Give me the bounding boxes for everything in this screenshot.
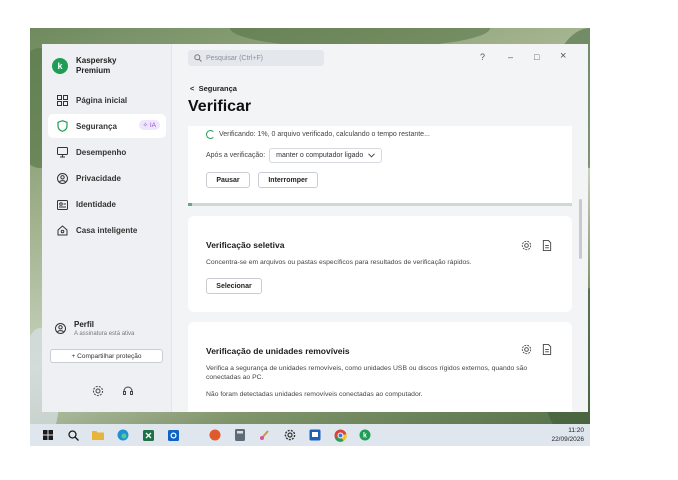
selective-scan-title: Verificação seletiva bbox=[206, 240, 285, 250]
chrome-icon[interactable] bbox=[333, 428, 347, 442]
select-button[interactable]: Selecionar bbox=[206, 278, 262, 294]
close-button[interactable]: × bbox=[560, 50, 566, 62]
report-icon[interactable] bbox=[542, 342, 552, 360]
removable-drives-card: Verificação de unidades removíveis Verif… bbox=[188, 322, 572, 412]
profile-avatar-icon bbox=[54, 322, 66, 334]
stop-button[interactable]: Interromper bbox=[258, 172, 318, 188]
photos-icon[interactable] bbox=[308, 428, 322, 442]
monitor-icon bbox=[56, 146, 68, 158]
brand-name: Kaspersky Premium bbox=[76, 56, 136, 76]
privacy-icon bbox=[56, 172, 68, 184]
sidebar-item-home[interactable]: Página inicial bbox=[48, 88, 166, 112]
scan-progress-bar bbox=[188, 203, 572, 206]
kaspersky-logo-icon: k bbox=[52, 58, 68, 74]
scan-progress-fill bbox=[188, 203, 192, 206]
card-actions bbox=[521, 342, 552, 360]
sidebar-item-privacy[interactable]: Privacidade bbox=[48, 166, 166, 190]
profile[interactable]: Perfil A assinatura está ativa bbox=[54, 320, 134, 337]
sidebar-item-label: Casa inteligente bbox=[76, 225, 138, 235]
search-input[interactable]: Pesquisar (Ctrl+F) bbox=[188, 50, 324, 66]
settings-icon[interactable] bbox=[521, 238, 532, 256]
outlook-icon[interactable] bbox=[166, 428, 180, 442]
maximize-button[interactable]: □ bbox=[534, 52, 539, 62]
sidebar-item-label: Privacidade bbox=[76, 173, 121, 183]
sidebar-item-identity[interactable]: Identidade bbox=[48, 192, 166, 216]
after-scan-label: Após a verificação: bbox=[206, 152, 266, 159]
selective-scan-card: Verificação seletiva Concentra-se em arq… bbox=[188, 216, 572, 312]
system-clock[interactable]: 11:20 22/09/2026 bbox=[551, 426, 584, 444]
ia-badge: ✧ IA bbox=[138, 120, 160, 130]
clock-date: 22/09/2026 bbox=[551, 436, 584, 443]
search-icon[interactable] bbox=[66, 428, 80, 442]
pause-button[interactable]: Pausar bbox=[206, 172, 250, 188]
help-button[interactable]: ? bbox=[480, 52, 485, 62]
brand-line2: Premium bbox=[76, 66, 111, 75]
page-title: Verificar bbox=[188, 98, 252, 115]
removable-scan-status: Não foram detectadas unidades removíveis… bbox=[206, 391, 423, 398]
file-explorer-icon[interactable] bbox=[91, 428, 105, 442]
scan-status-text: Verificando: 1%, 0 arquivo verificado, c… bbox=[219, 131, 430, 138]
main-content: Pesquisar (Ctrl+F) ? – □ × < Segurança V… bbox=[172, 44, 588, 412]
after-scan-row: Após a verificação: manter o computador … bbox=[206, 148, 383, 163]
breadcrumb[interactable]: < Segurança bbox=[190, 84, 237, 93]
paint-icon[interactable] bbox=[258, 428, 272, 442]
share-protection-button[interactable]: + Compartilhar proteção bbox=[50, 349, 163, 363]
headset-icon[interactable] bbox=[122, 384, 134, 402]
excel-icon[interactable] bbox=[141, 428, 155, 442]
kaspersky-window: k Kaspersky Premium Página inicial Segur… bbox=[42, 44, 588, 412]
scrollbar[interactable] bbox=[579, 199, 582, 259]
sidebar-bottom-actions bbox=[92, 384, 134, 402]
settings-icon[interactable] bbox=[521, 342, 532, 360]
sidebar-nav: Página inicial Segurança ✧ IA Desempenho bbox=[48, 88, 166, 244]
report-icon[interactable] bbox=[542, 238, 552, 256]
after-scan-value: manter o computador ligado bbox=[276, 152, 364, 159]
sidebar-item-label: Identidade bbox=[76, 199, 117, 209]
after-scan-select[interactable]: manter o computador ligado bbox=[269, 148, 383, 163]
scan-status: Verificando: 1%, 0 arquivo verificado, c… bbox=[206, 130, 430, 139]
profile-name: Perfil bbox=[74, 320, 95, 329]
card-actions bbox=[521, 238, 552, 256]
taskbar: k 11:20 22/09/2026 bbox=[30, 424, 590, 446]
sidebar-item-smart-home[interactable]: Casa inteligente bbox=[48, 218, 166, 242]
search-icon bbox=[194, 54, 202, 62]
calculator-icon[interactable] bbox=[233, 428, 247, 442]
search-placeholder: Pesquisar (Ctrl+F) bbox=[206, 54, 263, 62]
brand: k Kaspersky Premium bbox=[52, 56, 136, 76]
id-card-icon bbox=[56, 198, 68, 210]
svg-text:k: k bbox=[363, 433, 367, 440]
settings-icon[interactable] bbox=[92, 384, 104, 402]
removable-scan-description: Verifica a segurança de unidades removív… bbox=[206, 365, 528, 381]
sidebar-item-label: Segurança bbox=[76, 121, 117, 131]
kaspersky-icon[interactable]: k bbox=[358, 428, 372, 442]
sidebar: k Kaspersky Premium Página inicial Segur… bbox=[42, 44, 172, 412]
brand-line1: Kaspersky bbox=[76, 56, 117, 65]
breadcrumb-label: Segurança bbox=[198, 84, 237, 93]
smart-home-icon bbox=[56, 224, 68, 236]
back-chevron-icon: < bbox=[190, 84, 195, 93]
chevron-down-icon bbox=[368, 153, 376, 158]
sidebar-item-label: Página inicial bbox=[76, 95, 128, 105]
selective-scan-description: Concentra-se em arquivos ou pastas espec… bbox=[206, 259, 472, 266]
sidebar-item-security[interactable]: Segurança ✧ IA bbox=[48, 114, 166, 138]
ia-badge-label: IA bbox=[149, 122, 156, 129]
edge-icon[interactable] bbox=[116, 428, 130, 442]
settings-icon[interactable] bbox=[283, 428, 297, 442]
scan-progress-card: Verificando: 1%, 0 arquivo verificado, c… bbox=[188, 126, 572, 206]
minimize-button[interactable]: – bbox=[508, 52, 513, 62]
spinner-icon bbox=[206, 130, 215, 139]
home-grid-icon bbox=[56, 94, 68, 106]
shield-icon bbox=[56, 120, 68, 132]
clock-time: 11:20 bbox=[568, 427, 584, 434]
sidebar-item-performance[interactable]: Desempenho bbox=[48, 140, 166, 164]
app-red-icon[interactable] bbox=[208, 428, 222, 442]
removable-scan-title: Verificação de unidades removíveis bbox=[206, 346, 350, 356]
sidebar-item-label: Desempenho bbox=[76, 147, 127, 157]
windows-start-icon[interactable] bbox=[41, 428, 55, 442]
profile-status: A assinatura está ativa bbox=[74, 331, 135, 337]
